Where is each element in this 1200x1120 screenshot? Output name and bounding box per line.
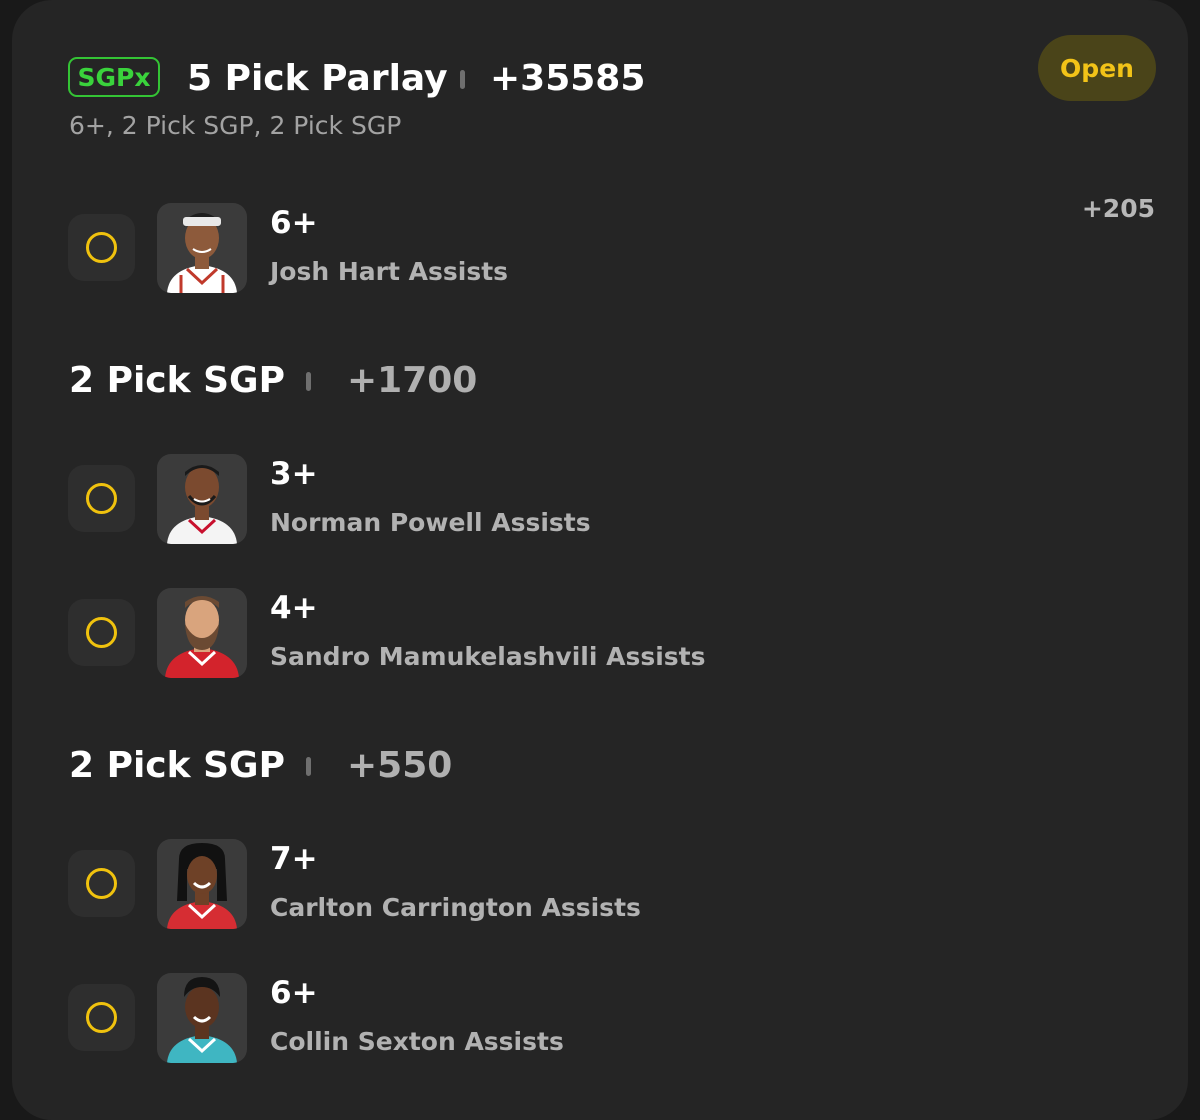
leg-status-indicator[interactable] bbox=[68, 850, 135, 917]
player-avatar-norman-powell bbox=[157, 454, 247, 544]
sgpx-badge: SGPx bbox=[68, 57, 160, 97]
parlay-odds: +35585 bbox=[490, 58, 646, 99]
pick-market: Carlton Carrington Assists bbox=[270, 893, 641, 922]
group-odds: +1700 bbox=[347, 360, 478, 401]
status-badge[interactable]: Open bbox=[1038, 35, 1156, 101]
pick-market: Norman Powell Assists bbox=[270, 508, 591, 537]
group-odds: +550 bbox=[347, 745, 453, 786]
player-avatar-collin-sexton bbox=[157, 973, 247, 1063]
player-avatar-sandro-mamukelashvili bbox=[157, 588, 247, 678]
group-divider bbox=[306, 372, 311, 391]
pending-circle-icon bbox=[86, 232, 117, 263]
pick-market: Collin Sexton Assists bbox=[270, 1027, 564, 1056]
pick-line: 3+ bbox=[270, 456, 318, 492]
leg-status-indicator[interactable] bbox=[68, 214, 135, 281]
pending-circle-icon bbox=[86, 483, 117, 514]
player-avatar-carlton-carrington bbox=[157, 839, 247, 929]
pick-market: Josh Hart Assists bbox=[270, 257, 509, 286]
pending-circle-icon bbox=[86, 1002, 117, 1033]
leg-status-indicator[interactable] bbox=[68, 984, 135, 1051]
parlay-summary: 6+, 2 Pick SGP, 2 Pick SGP bbox=[69, 111, 402, 140]
title-divider bbox=[460, 70, 465, 89]
leg-status-indicator[interactable] bbox=[68, 599, 135, 666]
pick-line: 6+ bbox=[270, 205, 318, 241]
group-divider bbox=[306, 757, 311, 776]
group-title: 2 Pick SGP bbox=[69, 745, 285, 786]
player-photo-icon bbox=[167, 977, 237, 1063]
player-avatar-josh-hart bbox=[157, 203, 247, 293]
player-photo-icon bbox=[167, 465, 237, 544]
group-title: 2 Pick SGP bbox=[69, 360, 285, 401]
parlay-card: SGPx 5 Pick Parlay +35585 6+, 2 Pick SGP… bbox=[12, 0, 1188, 1120]
pick-line: 7+ bbox=[270, 841, 318, 877]
pending-circle-icon bbox=[86, 868, 117, 899]
pick-market: Sandro Mamukelashvili Assists bbox=[270, 642, 706, 671]
player-photo-icon bbox=[167, 213, 237, 293]
pick-line: 4+ bbox=[270, 590, 318, 626]
player-photo-icon bbox=[167, 843, 237, 929]
leg-odds: +205 bbox=[1081, 194, 1155, 223]
player-photo-icon bbox=[165, 596, 239, 678]
parlay-title: 5 Pick Parlay bbox=[187, 58, 448, 99]
pick-line: 6+ bbox=[270, 975, 318, 1011]
leg-status-indicator[interactable] bbox=[68, 465, 135, 532]
pending-circle-icon bbox=[86, 617, 117, 648]
